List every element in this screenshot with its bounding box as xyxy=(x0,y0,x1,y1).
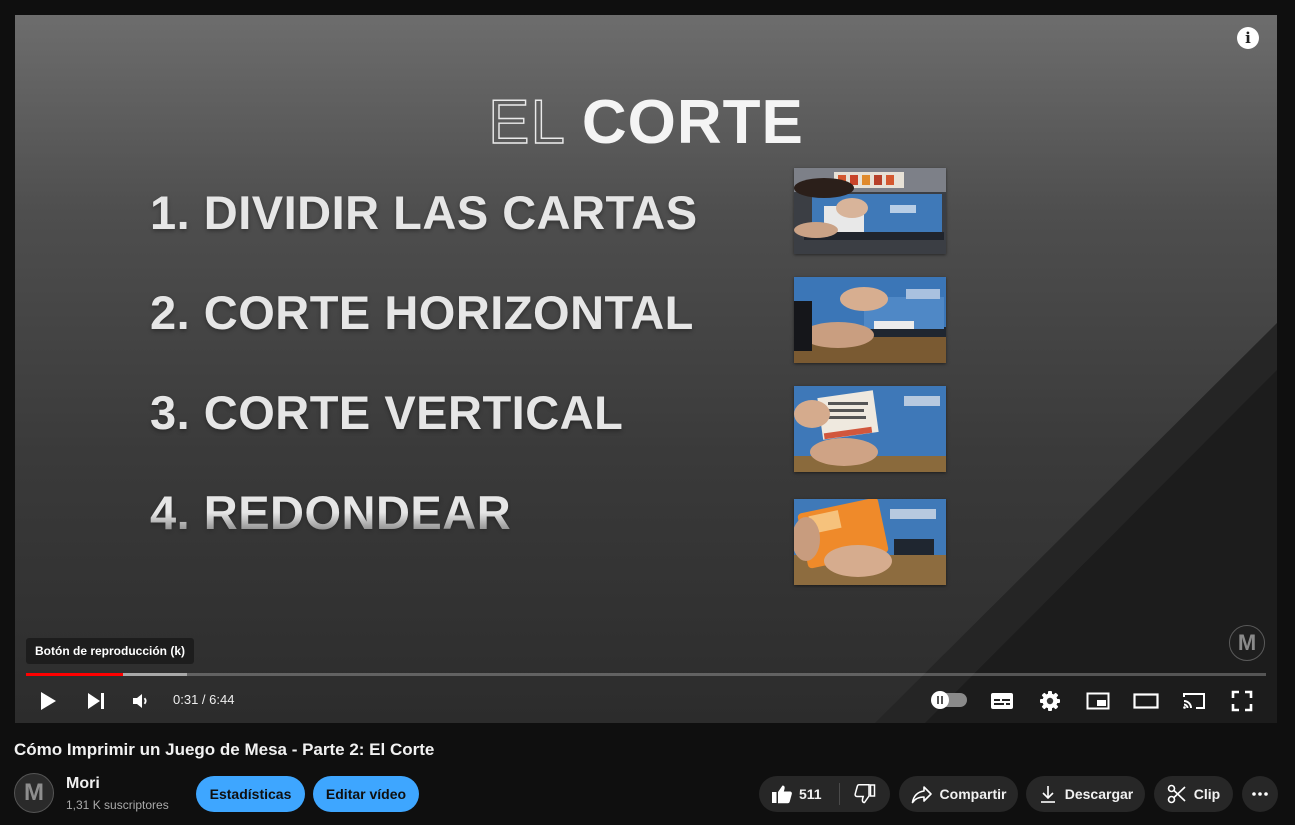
channel-watermark[interactable]: M xyxy=(1229,625,1265,661)
cast-button[interactable] xyxy=(1178,685,1210,717)
next-icon xyxy=(88,693,104,709)
slide-step-3: 3. CORTE VERTICAL xyxy=(150,386,624,439)
theater-mode-button[interactable] xyxy=(1130,685,1162,717)
fullscreen-button[interactable] xyxy=(1226,685,1258,717)
slide-step-1: 1. DIVIDIR LAS CARTAS xyxy=(150,186,698,239)
channel-avatar[interactable]: M xyxy=(14,773,54,813)
autoplay-toggle[interactable] xyxy=(931,691,967,709)
slide-title: EL CORTE xyxy=(15,87,1277,158)
settings-icon xyxy=(1040,691,1060,711)
autoplay-toggle-icon xyxy=(931,691,949,709)
next-button[interactable] xyxy=(80,685,112,717)
clip-label: Clip xyxy=(1193,786,1221,802)
player-controls: 0:31 / 6:44 xyxy=(15,683,1277,717)
video-player[interactable]: i EL CORTE 1. DIVIDIR LAS CARTAS 2. CORT… xyxy=(15,15,1277,723)
like-count: 511 xyxy=(799,786,822,802)
play-button-tooltip: Botón de reproducción (k) xyxy=(26,638,194,664)
clip-button[interactable]: Clip xyxy=(1154,776,1233,812)
slide-photo-horizontal-cut xyxy=(794,277,946,363)
channel-name[interactable]: Mori xyxy=(66,775,100,793)
like-dislike-group: 511 xyxy=(759,776,890,812)
fullscreen-icon xyxy=(1231,690,1253,712)
video-title: Cómo Imprimir un Juego de Mesa - Parte 2… xyxy=(14,740,435,759)
theater-mode-icon xyxy=(1133,693,1159,709)
play-icon xyxy=(41,692,56,710)
progress-played xyxy=(26,673,123,676)
miniplayer-icon xyxy=(1086,692,1110,710)
slide-photo-dividing-cards xyxy=(794,168,946,254)
slide-photo-rounding xyxy=(794,499,946,585)
more-actions-button[interactable] xyxy=(1242,776,1278,812)
slide-title-light: EL xyxy=(487,87,564,157)
share-button[interactable]: Compartir xyxy=(899,776,1018,812)
subscriber-count: 1,31 K suscriptores xyxy=(66,798,169,812)
slide-photo-vertical-cut xyxy=(794,386,946,472)
subtitles-icon xyxy=(991,693,1013,709)
slide-step-4: 4. REDONDEAR xyxy=(150,486,512,539)
miniplayer-button[interactable] xyxy=(1082,685,1114,717)
dislike-button[interactable] xyxy=(840,776,890,812)
time-display: 0:31 / 6:44 xyxy=(173,692,235,707)
progress-bar[interactable] xyxy=(26,673,1266,676)
dislike-icon xyxy=(854,784,876,804)
slide-title-bold: CORTE xyxy=(581,88,804,157)
statistics-button[interactable]: Estadísticas xyxy=(196,776,305,812)
info-icon[interactable]: i xyxy=(1237,27,1259,49)
like-icon xyxy=(772,785,792,804)
subtitles-button[interactable] xyxy=(986,685,1018,717)
volume-icon xyxy=(133,694,147,708)
like-button[interactable]: 511 xyxy=(759,776,839,812)
play-button[interactable] xyxy=(32,685,64,717)
share-icon xyxy=(911,784,933,804)
more-icon xyxy=(1252,792,1268,796)
download-button[interactable]: Descargar xyxy=(1026,776,1145,812)
download-icon xyxy=(1038,784,1058,804)
mute-button[interactable] xyxy=(125,685,157,717)
cast-icon xyxy=(1183,693,1205,709)
download-label: Descargar xyxy=(1064,786,1134,802)
share-label: Compartir xyxy=(939,786,1007,802)
clip-icon xyxy=(1167,784,1187,804)
edit-video-button[interactable]: Editar vídeo xyxy=(313,776,419,812)
settings-button[interactable] xyxy=(1034,685,1066,717)
slide-step-2: 2. CORTE HORIZONTAL xyxy=(150,286,694,339)
